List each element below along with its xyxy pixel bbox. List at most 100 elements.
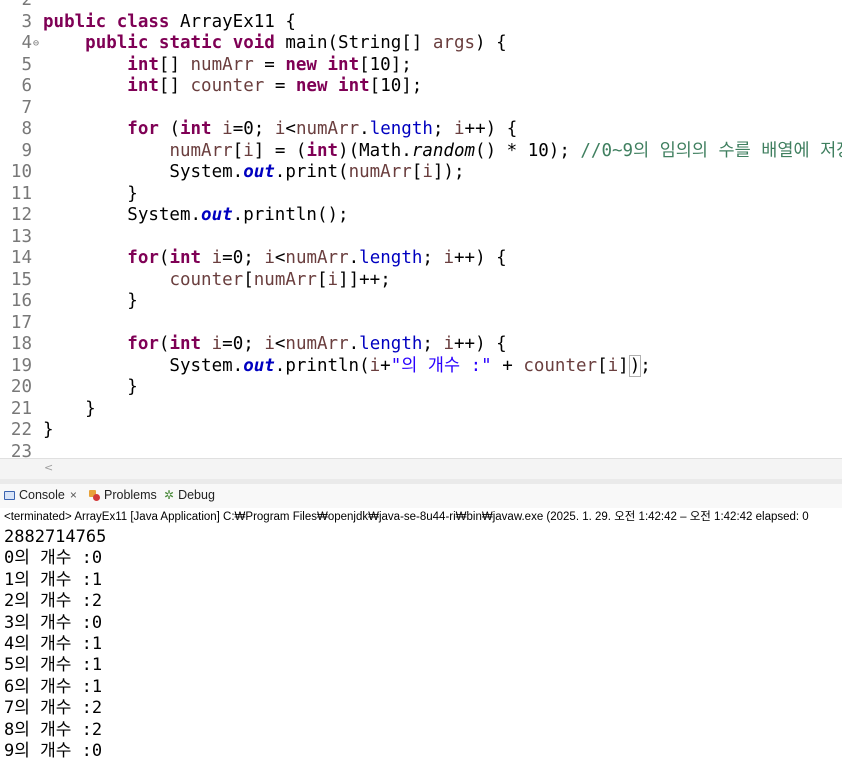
code-line[interactable]: 5 int[] numArr = new int[10];: [0, 55, 842, 77]
console-line: 0의 개수 :0: [4, 548, 103, 569]
code-token: []: [158, 54, 191, 75]
line-number: 14: [10, 248, 32, 268]
console-line: 2882714765: [4, 527, 107, 547]
code-line[interactable]: 19 System.out.println(i+"의 개수 :" + count…: [0, 354, 842, 378]
variable-token: counter: [169, 269, 244, 290]
keyword-token: static: [158, 33, 223, 53]
variable-token: numArr: [169, 140, 233, 161]
code-line[interactable]: 21 }: [0, 399, 842, 421]
code-line[interactable]: 13: [0, 227, 842, 249]
keyword-token: int: [169, 334, 202, 354]
code-line[interactable]: 6 int[] counter = new int[10];: [0, 76, 842, 98]
code-token: )(Math.: [338, 140, 412, 161]
code-line[interactable]: 14 for(int i=0; i<numArr.length; i++) {: [0, 248, 842, 270]
scroll-left-icon[interactable]: <: [44, 461, 53, 474]
code-line[interactable]: 20 }: [0, 377, 842, 399]
console-line: 8의 개수 :2: [4, 719, 103, 740]
static-field-token: out: [201, 205, 233, 225]
code-token: ++) {: [464, 119, 518, 139]
code-line[interactable]: 4 ⊖ public static void main(String[] args…: [0, 33, 842, 55]
fold-toggle-icon[interactable]: ⊖: [33, 33, 39, 55]
code-line[interactable]: 15 counter[numArr[i]]++;: [0, 270, 842, 292]
variable-token: i: [274, 119, 286, 139]
code-text: }: [43, 420, 54, 442]
code-line[interactable]: 10 System.out.print(numArr[i]);: [0, 162, 842, 184]
keyword-token: public: [85, 33, 149, 53]
code-token: .: [359, 119, 370, 139]
tab-console-label: Console: [19, 488, 65, 502]
keyword-token: class: [116, 11, 170, 32]
line-number: 16: [10, 291, 32, 311]
close-icon[interactable]: ×: [70, 488, 77, 502]
console-icon: [4, 490, 15, 500]
variable-token: i: [607, 355, 619, 376]
keyword-token: for: [127, 248, 159, 268]
keyword-token: for: [127, 334, 159, 354]
keyword-token: int: [179, 119, 212, 139]
code-line[interactable]: 17: [0, 313, 842, 335]
line-number: 10: [10, 162, 32, 182]
keyword-token: new: [285, 54, 317, 75]
code-token: ;: [422, 334, 444, 354]
code-token: ++) {: [454, 334, 507, 354]
code-token: =: [264, 76, 296, 96]
code-text: }: [43, 291, 138, 313]
keyword-token: int: [338, 76, 370, 96]
tab-problems[interactable]: Problems: [89, 488, 157, 502]
code-line[interactable]: 22}: [0, 420, 842, 442]
code-token: [: [232, 140, 244, 161]
variable-token: numArr: [253, 269, 317, 290]
code-token: =0;: [232, 119, 275, 139]
code-line[interactable]: 3 public class ArrayEx11 {: [0, 12, 842, 34]
code-text: }: [43, 377, 138, 399]
keyword-token: for: [127, 119, 159, 139]
code-line[interactable]: 8 for (int i=0; i<numArr.length; i++) {: [0, 119, 842, 141]
code-line[interactable]: 16 }: [0, 291, 842, 313]
code-token: }: [43, 183, 138, 204]
code-text: int[] counter = new int[10];: [43, 76, 422, 98]
code-token: .: [348, 248, 360, 268]
keyword-token: void: [232, 33, 275, 53]
code-token: []: [158, 76, 191, 96]
tab-console[interactable]: Console ×: [4, 488, 77, 502]
code-line[interactable]: 2: [0, 0, 842, 12]
horizontal-scrollbar[interactable]: <: [0, 458, 842, 479]
code-line[interactable]: 18 for(int i=0; i<numArr.length; i++) {: [0, 334, 842, 356]
code-token: [: [243, 269, 254, 290]
keyword-token: int: [327, 54, 360, 75]
line-number: 12: [10, 205, 32, 225]
line-number: 20: [10, 377, 32, 397]
tab-debug-label: Debug: [178, 488, 215, 502]
code-text: }: [43, 399, 96, 421]
variable-token: numArr: [348, 162, 412, 182]
line-number: 9: [21, 140, 32, 161]
variable-token: i: [369, 355, 381, 376]
code-text: int[] numArr = new int[10];: [43, 55, 412, 77]
variable-token: i: [422, 162, 433, 182]
console-output[interactable]: 2882714765 0의 개수 :0 1의 개수 :1 2의 개수 :2 3의 개수 …: [0, 527, 842, 763]
problems-icon: [89, 489, 100, 501]
console-line: 9의 개수 :0: [4, 741, 103, 761]
code-line[interactable]: 11 }: [0, 184, 842, 206]
variable-token: numArr: [295, 119, 360, 139]
code-editor[interactable]: 2 3 public class ArrayEx11 {4 ⊖ public stat…: [0, 0, 842, 458]
code-line[interactable]: 23: [0, 442, 842, 459]
keyword-token: int: [127, 76, 159, 96]
code-text: numArr[i] = (int)(Math.random() * 10); /…: [43, 141, 842, 163]
code-line[interactable]: 12 System.out.println();: [0, 205, 842, 227]
tab-debug[interactable]: ✲ Debug: [164, 488, 215, 502]
code-line[interactable]: 7: [0, 98, 842, 120]
tab-problems-label: Problems: [104, 488, 157, 502]
field-token: length: [359, 334, 423, 354]
comment-token: //0~9의 임의의 수를 배열에 저장: [580, 140, 842, 161]
code-line[interactable]: 9 numArr[i] = (int)(Math.random() * 10);…: [0, 141, 842, 163]
